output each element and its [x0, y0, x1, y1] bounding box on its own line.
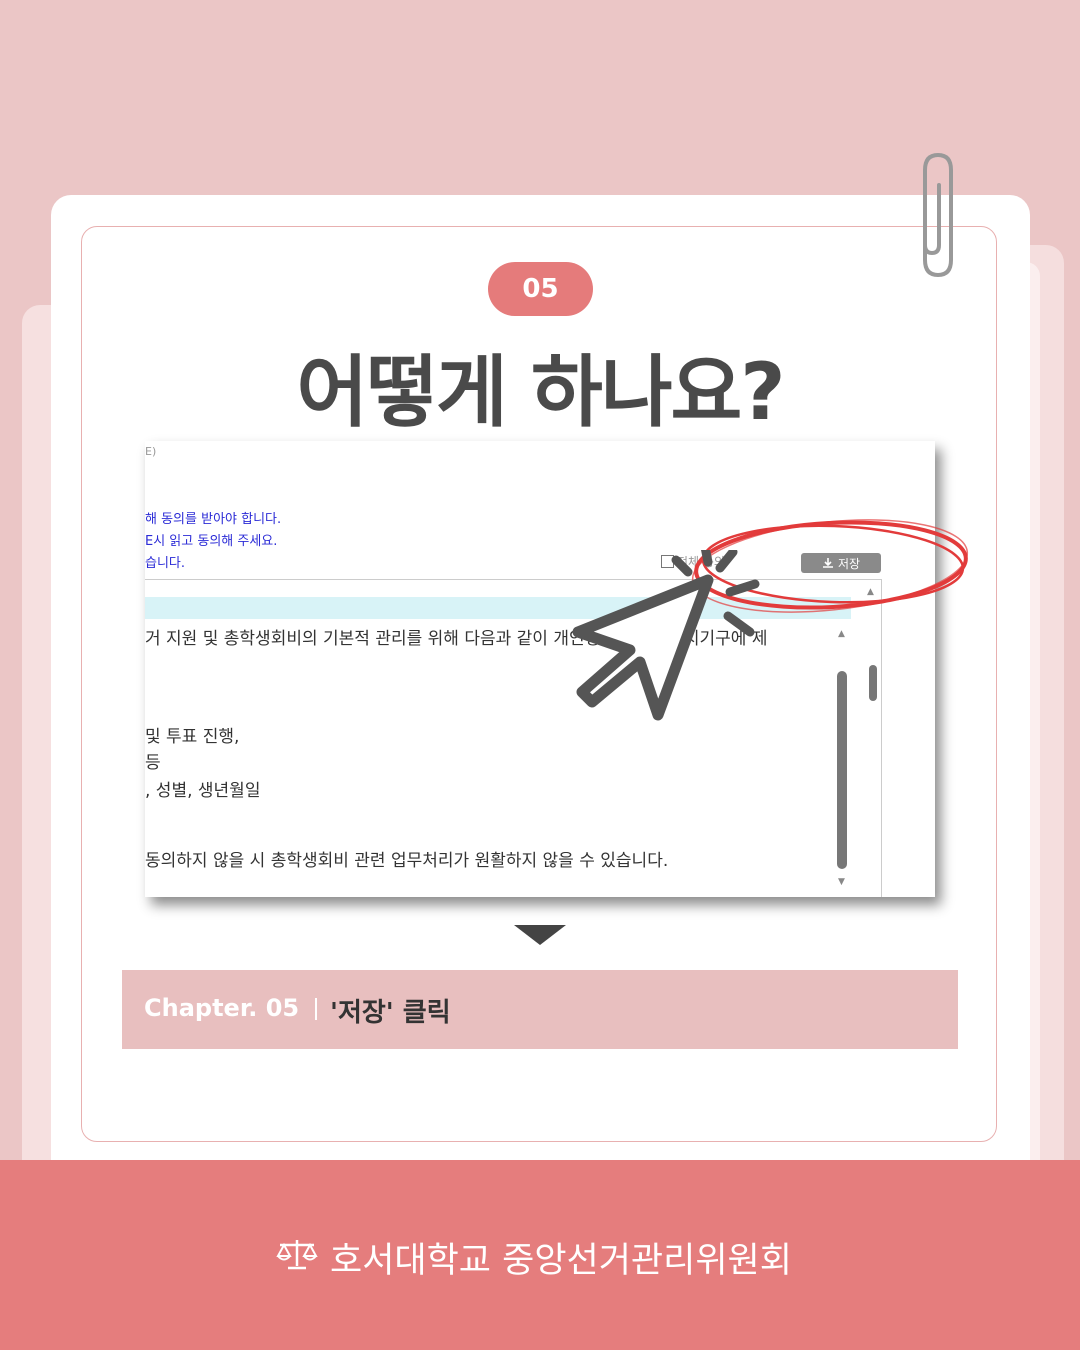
footer: 호서대학교 중앙선거관리위원회 [0, 1160, 1080, 1350]
step-badge: 05 [488, 262, 593, 316]
caret-down-icon [514, 925, 566, 945]
chapter-bar: Chapter. 05 '저장' 클릭 [122, 970, 958, 1049]
body-line-2: 및 투표 진행, [145, 727, 240, 747]
body-line-3: 등 [145, 753, 161, 773]
inner-scrollbar-thumb[interactable] [837, 671, 847, 869]
outer-scrollbar-thumb[interactable] [869, 665, 877, 701]
outer-scrollbar-track [881, 579, 882, 897]
chapter-text: '저장' 클릭 [330, 998, 451, 1028]
body-line-4: , 성별, 생년월일 [145, 781, 261, 801]
scales-icon [276, 1240, 318, 1270]
inner-scroll-up-icon[interactable]: ▲ [838, 629, 845, 639]
organization-name: 호서대학교 중앙선거관리위원회 [330, 1241, 792, 1281]
page-title: 어떻게 하나요? [296, 348, 786, 438]
notice-line-3: 습니다. [145, 556, 186, 571]
body-line-5: 동의하지 않을 시 총학생회비 관련 업무처리가 원활하지 않을 수 있습니다. [145, 851, 669, 871]
notice-line-2: E시 읽고 동의해 주세요. [145, 534, 278, 549]
notice-line-1: 해 동의를 받아야 합니다. [145, 512, 282, 527]
inner-scroll-down-icon[interactable]: ▼ [838, 877, 845, 887]
cursor-pointer-icon [572, 550, 760, 721]
chapter-label: Chapter. 05 [144, 994, 300, 1022]
form-header-fragment: E) [145, 445, 157, 458]
paperclip-icon [923, 152, 953, 278]
chapter-separator [315, 998, 317, 1020]
